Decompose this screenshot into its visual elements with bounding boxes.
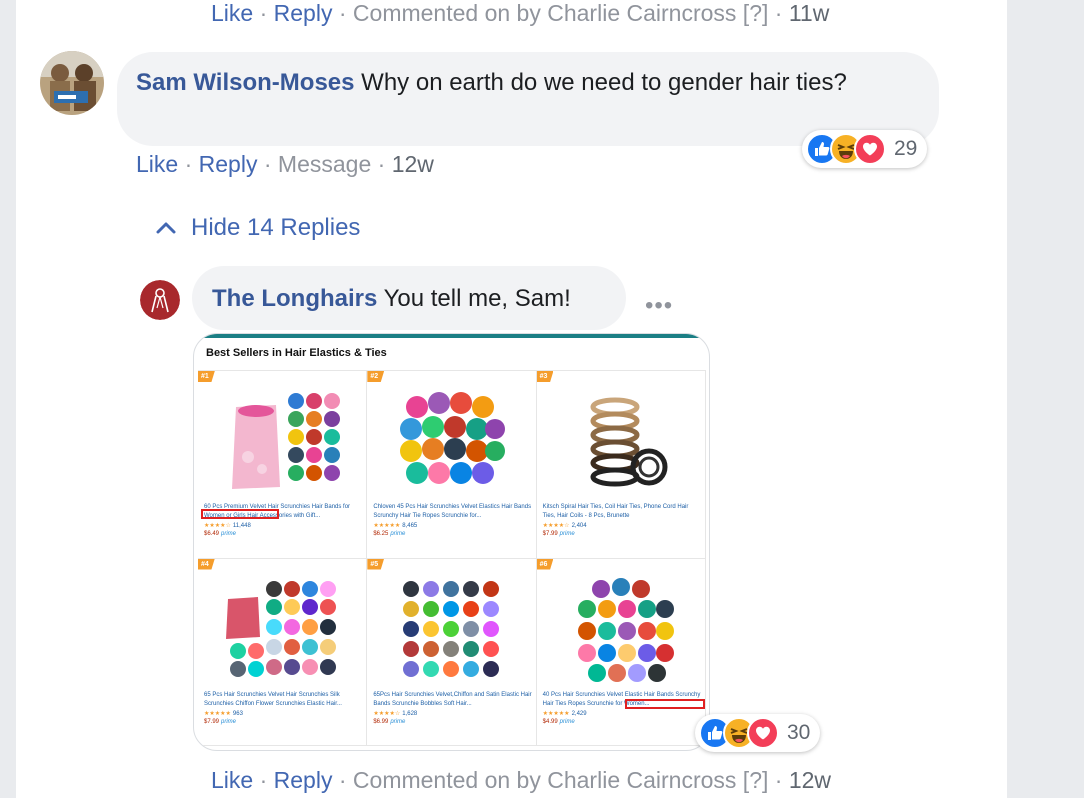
rank-badge: #3 xyxy=(536,371,554,382)
like-link[interactable]: Like xyxy=(136,151,178,177)
scrunchie-pack-image xyxy=(403,580,500,677)
message-link[interactable]: Message xyxy=(278,151,371,177)
bow-logo-icon xyxy=(140,280,180,320)
attachment-title: Best Sellers in Hair Elastics & Ties xyxy=(206,347,387,359)
timestamp[interactable]: 12w xyxy=(789,767,831,793)
reaction-summary[interactable]: 29 xyxy=(802,130,928,168)
scrunchie-pack-image xyxy=(400,392,506,484)
more-options-button[interactable]: ••• xyxy=(645,292,673,320)
hide-replies-label: Hide 14 Replies xyxy=(191,214,361,241)
comment-actions: Like · Reply · Message · 12w xyxy=(136,151,434,177)
timestamp[interactable]: 11w xyxy=(789,0,830,26)
product-price: $7.99 prime xyxy=(542,531,575,537)
product-price: $4.99 prime xyxy=(542,718,575,725)
comment-text: Why on earth do we need to gender hair t… xyxy=(361,69,847,96)
rank-badge: #4 xyxy=(198,558,215,570)
product-rating: ★★★★★ 963 xyxy=(204,710,243,717)
product-price: $6.49 prime xyxy=(204,531,237,537)
product-cell: #1 60 Pcs Premium Velvet Hair Scrunchies… xyxy=(198,371,368,559)
product-cell: #6 40 Pcs Hair Scrunchies Velvet Elastic… xyxy=(536,558,706,746)
like-link[interactable]: Like xyxy=(211,767,253,793)
chevron-up-icon xyxy=(156,222,176,234)
product-cell: #5 65Pcs Hair Scrunchies Velvet,Chiffon … xyxy=(367,558,537,746)
user-photo-icon xyxy=(40,51,104,115)
reply-link[interactable]: Reply xyxy=(274,0,333,26)
heart-icon xyxy=(854,133,886,165)
product-grid: #1 60 Pcs Premium Velvet Hair Scrunchies… xyxy=(198,370,706,746)
highlight-box xyxy=(624,698,705,709)
product-price: $6.25 prime xyxy=(373,531,406,537)
product-cell: #2 Chloven 45 Pcs Hair Scrunchies Velvet… xyxy=(367,371,537,559)
product-rating: ★★★★★ 2,429 xyxy=(542,710,587,717)
reply-attachment-image[interactable]: Best Sellers in Hair Elastics & Ties #1 … xyxy=(193,333,710,751)
product-cell: #3 Kitsch Spiral Hair Ties, Coil Hair Ti… xyxy=(536,371,706,559)
scrunchie-pack-image xyxy=(226,580,336,677)
product-price: $7.99 prime xyxy=(204,718,237,725)
product-rating: ★★★★☆ 11,448 xyxy=(204,523,251,529)
spiral-hair-ties-image xyxy=(590,397,668,487)
product-price: $6.99 prime xyxy=(373,718,406,725)
reply-author[interactable]: The Longhairs xyxy=(212,285,377,312)
scrunchie-pack-image xyxy=(232,393,340,489)
product-title[interactable]: Chloven 45 Pcs Hair Scrunchies Velvet El… xyxy=(373,503,533,521)
reply-actions: Like · Reply · Commented on by Charlie C… xyxy=(211,767,832,793)
commented-on-info: Commented on by Charlie Cairncross [?] xyxy=(352,767,769,793)
reply-text: You tell me, Sam! xyxy=(383,285,571,312)
heart-icon xyxy=(747,717,779,749)
reply-link[interactable]: Reply xyxy=(274,767,333,793)
reaction-count: 30 xyxy=(787,721,811,744)
avatar[interactable] xyxy=(40,51,104,115)
like-link[interactable]: Like xyxy=(211,0,253,26)
product-rating: ★★★★☆ 1,628 xyxy=(373,710,418,717)
reaction-count: 29 xyxy=(894,137,918,160)
rank-badge: #6 xyxy=(536,558,554,570)
rank-badge: #5 xyxy=(367,558,385,570)
highlight-box xyxy=(201,509,279,519)
reply-bubble: The Longhairs You tell me, Sam! xyxy=(192,266,626,330)
product-cell: #4 65 Pcs Hair Scrunchies Velvet Hair Sc… xyxy=(198,558,368,746)
scrunchie-pack-image xyxy=(577,577,674,682)
product-rating: ★★★★★ 8,465 xyxy=(373,523,418,529)
hide-replies-button[interactable]: Hide 14 Replies xyxy=(155,214,360,242)
product-title[interactable]: 65Pcs Hair Scrunchies Velvet,Chiffon and… xyxy=(373,691,533,709)
avatar[interactable] xyxy=(140,280,180,320)
prev-comment-actions: Like · Reply · Commented on by Charlie C… xyxy=(211,0,830,26)
reaction-summary[interactable]: 30 xyxy=(695,714,821,752)
commented-on-info: Commented on by Charlie Cairncross [?] xyxy=(352,0,769,26)
timestamp[interactable]: 12w xyxy=(392,151,434,177)
product-rating: ★★★★☆ 2,404 xyxy=(542,523,587,529)
product-title[interactable]: Kitsch Spiral Hair Ties, Coil Hair Ties,… xyxy=(543,503,703,521)
rank-badge: #2 xyxy=(367,371,385,382)
reply-link[interactable]: Reply xyxy=(199,151,258,177)
comment-author[interactable]: Sam Wilson-Moses xyxy=(136,69,355,96)
product-title[interactable]: 65 Pcs Hair Scrunchies Velvet Hair Scrun… xyxy=(204,691,364,709)
rank-badge: #1 xyxy=(198,371,215,382)
